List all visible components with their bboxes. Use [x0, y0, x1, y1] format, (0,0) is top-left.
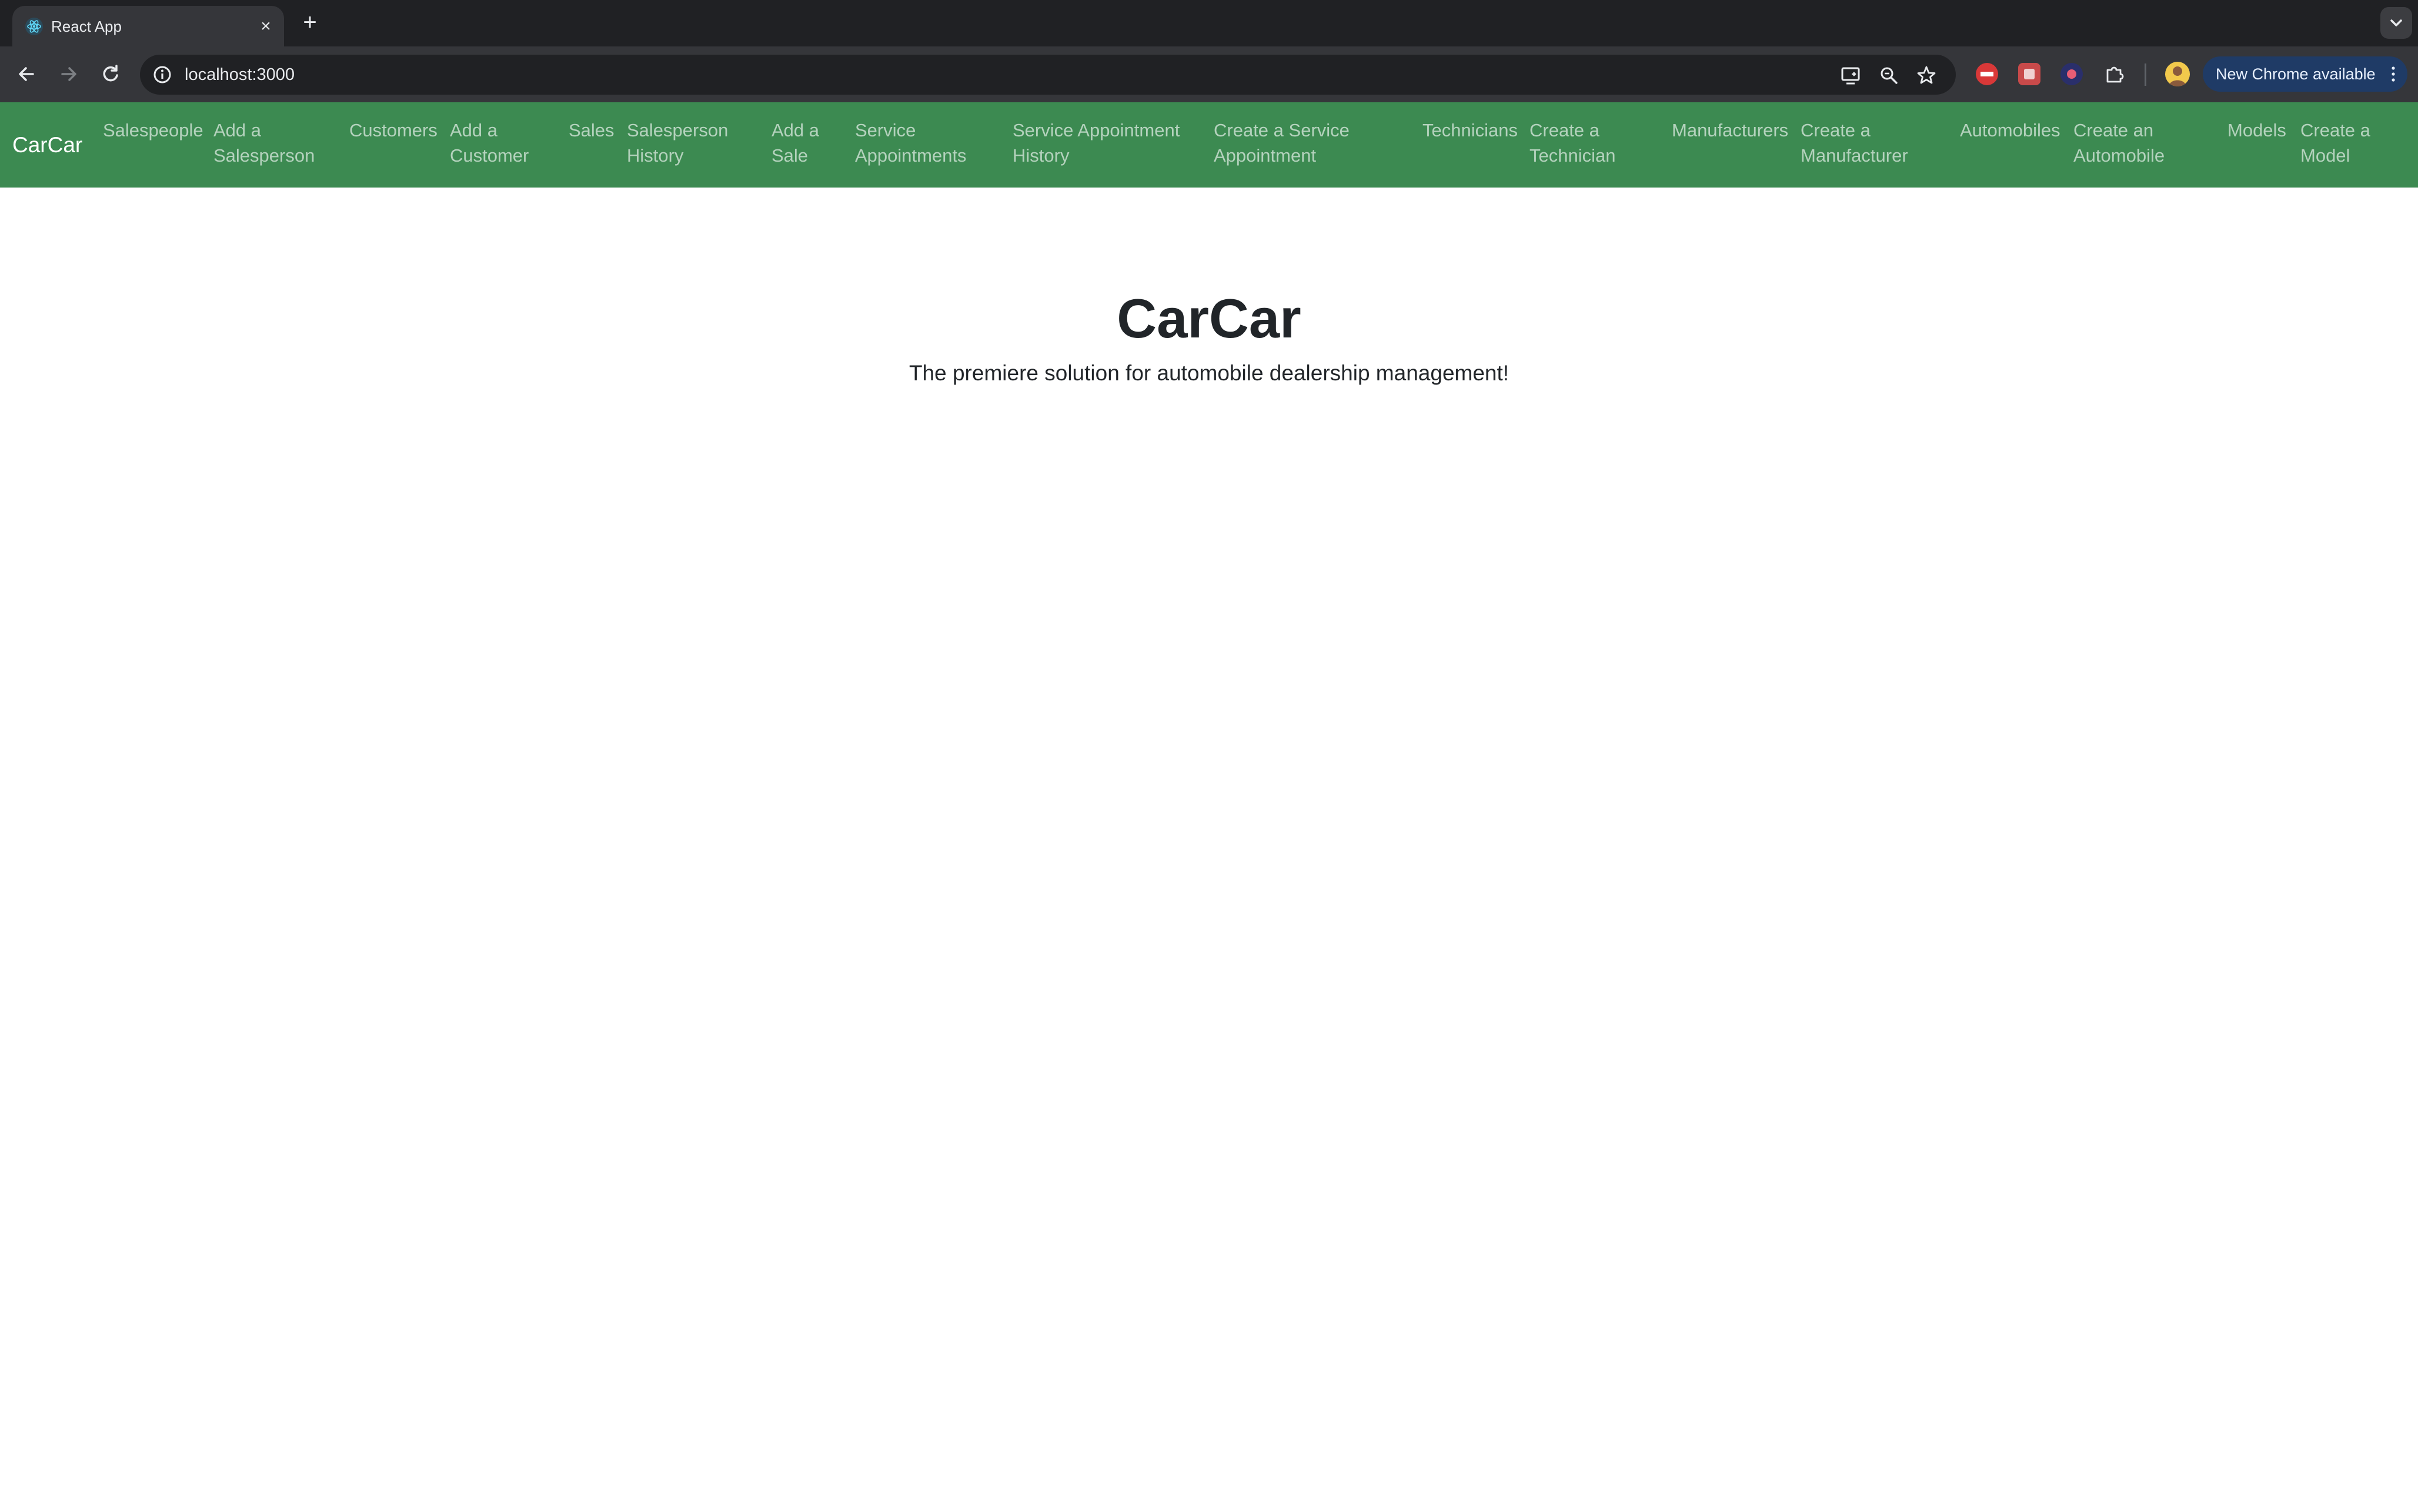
- zoom-icon[interactable]: [1878, 64, 1900, 86]
- kebab-icon: [2392, 66, 2395, 82]
- forward-icon[interactable]: [54, 59, 84, 89]
- nav-link-add-sale[interactable]: Add a Sale: [772, 118, 819, 168]
- page-lead: The premiere solution for automobile dea…: [909, 361, 1509, 385]
- adblock-extension-icon[interactable]: [1976, 63, 1998, 85]
- nav-link-create-manufacturer[interactable]: Create a Manufacturer: [1801, 118, 1908, 168]
- extension-icon[interactable]: [2060, 63, 2083, 85]
- nav-link-technicians[interactable]: Technicians: [1422, 118, 1518, 143]
- nav-link-customers[interactable]: Customers: [349, 118, 437, 143]
- nav-link-service-appointments[interactable]: Service Appointments: [855, 118, 967, 168]
- new-tab-button[interactable]: +: [299, 11, 321, 34]
- nav-link-create-automobile[interactable]: Create an Automobile: [2073, 118, 2165, 168]
- tab-search-button[interactable]: [2380, 7, 2412, 39]
- app-navbar: CarCar Salespeople Add a Salesperson Cust…: [0, 102, 2418, 188]
- browser-tab[interactable]: React App ×: [12, 6, 284, 46]
- browser-tab-bar: React App × +: [0, 0, 2418, 46]
- nav-link-models[interactable]: Models: [2227, 118, 2286, 143]
- cast-icon[interactable]: [1839, 64, 1862, 86]
- extension-icon[interactable]: [2018, 63, 2040, 85]
- star-icon[interactable]: [1915, 64, 1938, 86]
- nav-link-salesperson-history[interactable]: Salesperson History: [627, 118, 728, 168]
- back-icon[interactable]: [12, 59, 41, 89]
- address-bar[interactable]: localhost:3000: [140, 55, 1956, 95]
- update-chrome-button[interactable]: New Chrome available: [2203, 56, 2407, 92]
- puzzle-icon[interactable]: [2103, 63, 2125, 85]
- toolbar-divider: [2145, 63, 2146, 86]
- nav-link-automobiles[interactable]: Automobiles: [1960, 118, 2060, 143]
- close-tab-icon[interactable]: ×: [256, 16, 276, 36]
- nav-link-service-appointment-history[interactable]: Service Appointment History: [1013, 118, 1180, 168]
- nav-link-create-service-appointment[interactable]: Create a Service Appointment: [1214, 118, 1350, 168]
- browser-toolbar: localhost:3000 New Chrome available: [0, 46, 2418, 102]
- reload-icon[interactable]: [96, 59, 125, 89]
- tab-title: React App: [51, 18, 122, 35]
- navbar-brand[interactable]: CarCar: [12, 131, 82, 160]
- avatar[interactable]: [2165, 62, 2190, 86]
- nav-link-add-customer[interactable]: Add a Customer: [450, 118, 529, 168]
- url-text[interactable]: localhost:3000: [185, 64, 295, 85]
- chevron-down-icon: [2390, 19, 2402, 26]
- nav-link-add-salesperson[interactable]: Add a Salesperson: [213, 118, 315, 168]
- info-icon[interactable]: [151, 63, 174, 86]
- react-icon: [25, 18, 43, 35]
- nav-link-create-technician[interactable]: Create a Technician: [1529, 118, 1615, 168]
- nav-link-create-model[interactable]: Create a Model: [2300, 118, 2370, 168]
- page-title: CarCar: [1117, 287, 1301, 349]
- nav-link-manufacturers[interactable]: Manufacturers: [1672, 118, 1788, 143]
- update-chrome-label: New Chrome available: [2216, 65, 2376, 83]
- nav-link-sales[interactable]: Sales: [569, 118, 614, 143]
- nav-link-salespeople[interactable]: Salespeople: [103, 118, 203, 143]
